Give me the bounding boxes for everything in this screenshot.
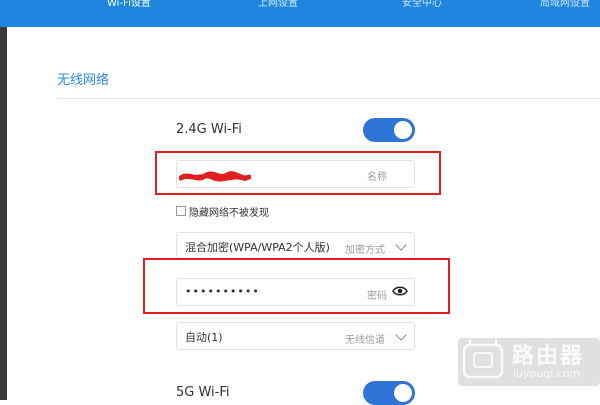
encryption-value: 混合加密(WPA/WPA2个人版) <box>185 241 330 254</box>
channel-placeholder: 无线信道 <box>345 335 385 346</box>
tab-security-center[interactable]: 安全中心 <box>402 0 442 9</box>
toggle-knob <box>394 121 412 139</box>
watermark-domain: luyouqi.com <box>513 367 581 380</box>
tab-lan-settings[interactable]: 局域网设置 <box>540 0 590 9</box>
wifi-5g-label: 5G Wi-Fi <box>176 385 230 400</box>
watermark-brand: 路由器 <box>512 344 585 369</box>
encryption-select[interactable]: 混合加密(WPA/WPA2个人版) 加密方式 <box>176 232 415 260</box>
top-nav: Wi-Fi设置 上网设置 安全中心 局域网设置 <box>0 0 600 27</box>
section-title: 无线网络 <box>57 73 110 88</box>
channel-select[interactable]: 自动(1) 无线信道 <box>176 322 415 350</box>
wifi-24g-label: 2.4G Wi-Fi <box>176 122 242 137</box>
chevron-down-icon <box>395 239 407 251</box>
tab-internet-settings[interactable]: 上网设置 <box>258 0 298 9</box>
tab-wifi-settings[interactable]: Wi-Fi设置 <box>107 0 151 9</box>
annotation-box-name <box>155 151 441 195</box>
annotation-box-password <box>143 258 450 314</box>
wifi-5g-toggle[interactable] <box>363 381 415 405</box>
channel-value: 自动(1) <box>185 331 223 344</box>
section-divider <box>57 98 600 99</box>
chevron-down-icon <box>395 329 407 341</box>
left-sidebar <box>0 27 7 400</box>
hide-network-label: 隐藏网络不被发现 <box>189 208 269 219</box>
toggle-knob <box>394 384 412 402</box>
hide-network-checkbox[interactable] <box>176 206 186 216</box>
encryption-placeholder: 加密方式 <box>345 245 385 256</box>
wifi-24g-toggle[interactable] <box>363 118 415 142</box>
